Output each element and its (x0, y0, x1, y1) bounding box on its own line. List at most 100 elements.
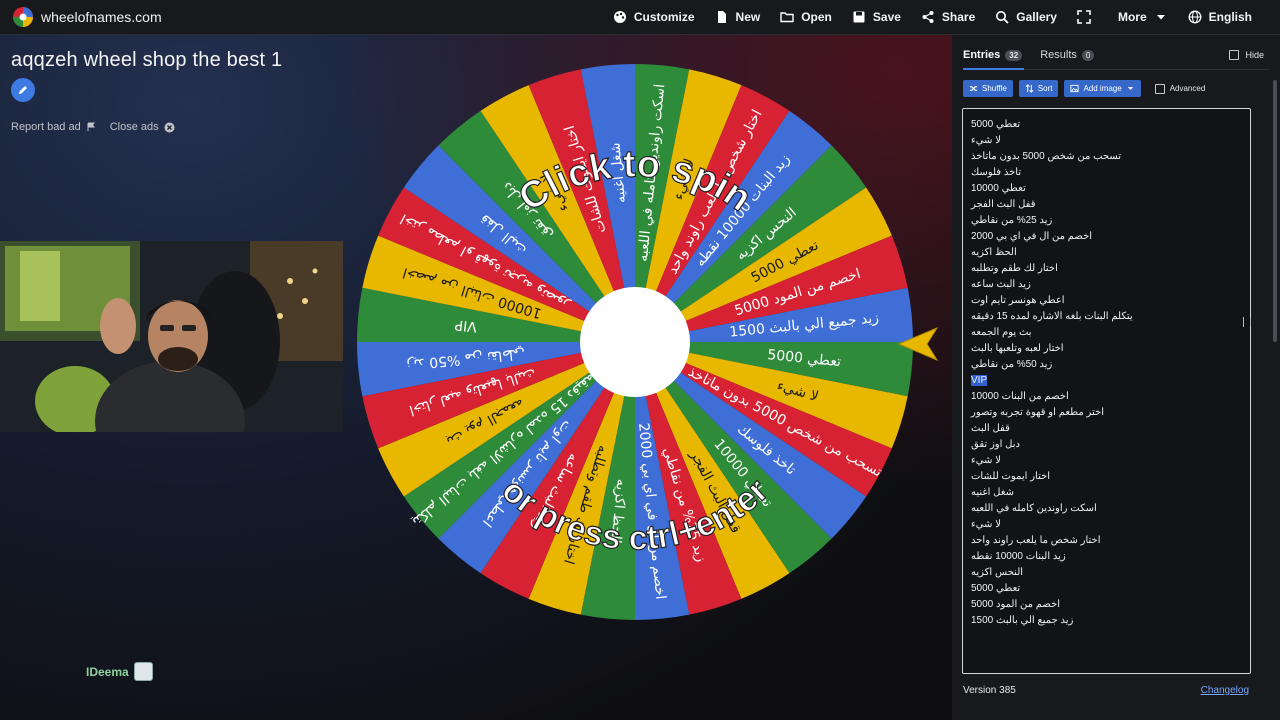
wheel-title[interactable]: aqqzeh wheel shop the best 1 (11, 49, 282, 72)
entry-line[interactable]: اخصم من المود 5000 (971, 597, 1242, 613)
entry-text: قفل البث الفجر (971, 199, 1036, 210)
entries-panel: Entries 32 Results 0 Hide Shuffle Sort A… (952, 35, 1280, 720)
text-cursor-icon (1243, 317, 1251, 327)
entry-line[interactable]: اختر مطعم او قهوة تجربه وتصور (971, 405, 1242, 421)
entry-line[interactable]: VIP (971, 373, 1242, 389)
entry-text: قفل البث (971, 423, 1010, 434)
entry-line[interactable]: اسكت راوندين كامله في اللعبه (971, 501, 1242, 517)
nav-open-button[interactable]: Open (770, 0, 842, 34)
entry-line[interactable]: شغل اغنيه (971, 485, 1242, 501)
entry-line[interactable]: زيد البنات 10000 نقطه (971, 549, 1242, 565)
entry-line[interactable]: تعطي 10000 (971, 181, 1242, 197)
entry-line[interactable]: تعطي 5000 (971, 581, 1242, 597)
hide-checkbox[interactable] (1229, 50, 1240, 60)
folder-icon (780, 12, 794, 23)
entry-line[interactable]: يتكلم البنات بلغه الاشاره لمده 15 دقيقه (971, 309, 1242, 325)
entry-line[interactable]: قفل البث الفجر (971, 197, 1242, 213)
entry-text: زيد البنات 10000 نقطه (971, 551, 1066, 562)
ad-links: Report bad ad Close ads (11, 121, 175, 133)
entry-text: اعطي هونسر تايم اوت (971, 295, 1065, 306)
entry-text: اختار شخص ما يلعب راوند واحد (971, 535, 1101, 546)
entry-line[interactable]: النحس اكزيه (971, 565, 1242, 581)
nav-new-button[interactable]: New (705, 0, 771, 34)
entry-text: اختار ايموت للشات (971, 471, 1051, 482)
entry-line[interactable]: لا شيء (971, 517, 1242, 533)
wheel-center[interactable] (580, 287, 690, 397)
entry-line[interactable]: زيد البث ساعه (971, 277, 1242, 293)
shuffle-button[interactable]: Shuffle (963, 80, 1013, 97)
wheel-graphic[interactable]: تعطي 5000لا شيءتسحب من شخص 5000 بدون مات… (355, 62, 915, 622)
entry-text: اختار لك طقم وتطلبه (971, 263, 1058, 274)
globe-icon (1188, 10, 1202, 24)
report-bad-ad-link[interactable]: Report bad ad (11, 121, 96, 133)
entry-line[interactable]: لا شيء (971, 133, 1242, 149)
entry-text: لا شيء (971, 135, 1001, 146)
advanced-label: Advanced (1169, 84, 1206, 93)
add-image-label: Add image (1083, 84, 1122, 93)
entry-line[interactable]: قفل البث (971, 421, 1242, 437)
advanced-checkbox[interactable] (1154, 83, 1165, 94)
nav-english-button[interactable]: English (1178, 0, 1262, 34)
nav-customize-button[interactable]: Customize (603, 0, 705, 34)
nav-label: Customize (633, 10, 695, 24)
entry-line[interactable]: زيد جميع الي بالبث 1500 (971, 613, 1242, 629)
entry-line[interactable]: اختار ايموت للشات (971, 469, 1242, 485)
close-circle-icon (164, 122, 175, 132)
nav-more-button[interactable]: More (1108, 0, 1178, 34)
entry-text: بث يوم الجمعه (971, 327, 1032, 338)
edit-title-button[interactable] (11, 78, 35, 102)
entry-line[interactable]: الحظ اكزيه (971, 245, 1242, 261)
results-count-badge: 0 (1081, 49, 1095, 61)
wheel-pointer-icon (897, 326, 939, 362)
entry-line[interactable]: اخصم من ال في اي بي 2000 (971, 229, 1242, 245)
nav-gallery-button[interactable]: Gallery (985, 0, 1067, 34)
entry-text: زيد البث ساعه (971, 279, 1031, 290)
entry-text: تعطي 5000 (971, 119, 1021, 130)
entry-text: اخصم من المود 5000 (971, 599, 1061, 610)
brand[interactable]: wheelofnames.com (12, 6, 162, 28)
nav-save-button[interactable]: Save (842, 0, 911, 34)
entry-line[interactable]: تاخذ فلوسك (971, 165, 1242, 181)
hide-toggle[interactable]: Hide (1229, 50, 1264, 60)
close-ads-label: Close ads (109, 121, 159, 133)
wheel-slice-label: VIP (454, 316, 478, 334)
sort-button[interactable]: Sort (1018, 80, 1059, 97)
panel-scrollbar[interactable] (1273, 80, 1277, 342)
entry-line[interactable]: تعطي 5000 (971, 117, 1242, 133)
nav-share-button[interactable]: Share (911, 0, 985, 34)
entry-line[interactable]: لا شيء (971, 453, 1242, 469)
nav-label: New (735, 10, 761, 24)
tab-entries-label: Entries (963, 49, 1001, 61)
new-file-icon (717, 11, 726, 23)
entry-line[interactable]: زيد 25% من نقاطي (971, 213, 1242, 229)
entry-line[interactable]: بث يوم الجمعه (971, 325, 1242, 341)
advanced-toggle[interactable]: Advanced (1154, 83, 1206, 94)
tab-entries[interactable]: Entries 32 (963, 49, 1023, 61)
entry-text: اخصم من ال في اي بي 2000 (971, 231, 1093, 242)
entries-textarea[interactable]: تعطي 5000 لا شيء تسحب من شخص 5000 بدون مات… (962, 108, 1251, 674)
entry-line[interactable]: اعطي هونسر تايم اوت (971, 293, 1242, 309)
entry-line[interactable]: اختار شخص ما يلعب راوند واحد (971, 533, 1242, 549)
entry-line[interactable]: اخصم من البنات 10000 (971, 389, 1242, 405)
entry-line[interactable]: زيد 50% من نقاطي (971, 357, 1242, 373)
close-ads-link[interactable]: Close ads (110, 121, 175, 133)
entry-line[interactable]: دبل اوز تقق (971, 437, 1242, 453)
webcam-overlay (0, 241, 343, 432)
sort-label: Sort (1037, 84, 1053, 93)
entry-text: الحظ اكزيه (971, 247, 1017, 258)
tab-results[interactable]: Results 0 (1040, 49, 1095, 61)
entry-line[interactable]: اختار لعبه وتلعبها بالبث (971, 341, 1242, 357)
entry-text: شغل اغنيه (971, 487, 1014, 498)
top-bar: wheelofnames.com Customize New Open Save Sha… (0, 0, 1280, 35)
changelog-link[interactable]: Changelog (1201, 685, 1249, 696)
add-image-button[interactable]: Add image (1064, 80, 1141, 97)
entry-line[interactable]: اختار لك طقم وتطلبه (971, 261, 1242, 277)
entry-line[interactable]: تسحب من شخص 5000 بدون ماتاخذ (971, 149, 1242, 165)
nav-fullscreen-button[interactable] (1067, 0, 1108, 34)
chevron-down-icon (1127, 87, 1133, 90)
entry-text: زيد 25% من نقاطي (971, 215, 1053, 226)
wheel[interactable]: تعطي 5000 لا شيء تسحب من شخص 5000 بدون مات… (355, 62, 915, 622)
site-name: wheelofnames.com (41, 9, 162, 25)
report-label: Report bad ad (11, 121, 81, 133)
palette-icon (613, 11, 626, 23)
